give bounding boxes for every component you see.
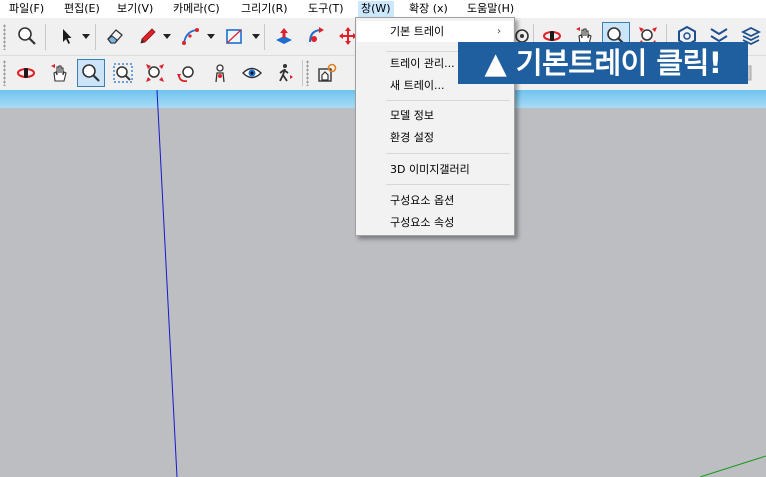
green-axis <box>699 455 766 477</box>
menu-draw[interactable]: 그리기(R) <box>238 1 291 17</box>
follow-me-icon[interactable] <box>302 22 330 50</box>
previous-view-icon[interactable] <box>173 59 201 87</box>
menu-item-label: 새 트레이... <box>390 79 445 92</box>
walk-icon[interactable] <box>270 59 298 87</box>
zoom-window-icon[interactable] <box>109 59 137 87</box>
chevron-right-icon: › <box>497 26 501 37</box>
toolbar-grip[interactable] <box>3 24 6 50</box>
menu-window[interactable]: 창(W) <box>358 1 394 17</box>
menu-item-label: 환경 설정 <box>390 131 434 144</box>
toolbar-separator <box>45 24 46 50</box>
menu-view[interactable]: 보기(V) <box>114 1 156 17</box>
search-icon[interactable] <box>13 22 41 50</box>
menu-file[interactable]: 파일(F) <box>6 1 47 17</box>
arc-icon[interactable] <box>176 22 204 50</box>
menu-item-component-options[interactable]: 구성요소 옵션 <box>357 190 513 211</box>
menu-item-label: 기본 트레이 <box>390 25 445 38</box>
menu-tools[interactable]: 도구(T) <box>305 1 347 17</box>
pencil-line-icon[interactable] <box>133 22 161 50</box>
orbit-icon[interactable] <box>12 59 40 87</box>
menu-item-3d-gallery[interactable]: 3D 이미지갤러리 <box>357 159 513 180</box>
toolbar-grip[interactable] <box>3 60 6 86</box>
pan-icon[interactable] <box>45 59 73 87</box>
zoom-extents-icon[interactable] <box>141 59 169 87</box>
toolbar-separator <box>302 60 303 86</box>
toolbar-grip[interactable] <box>306 60 309 86</box>
chevron-down-icon[interactable] <box>81 22 91 50</box>
menu-separator <box>386 100 510 101</box>
menu-separator <box>386 184 510 185</box>
menu-separator <box>386 153 510 154</box>
select-arrow-icon[interactable] <box>52 22 80 50</box>
rectangle-icon[interactable] <box>220 22 248 50</box>
menu-item-label: 트레이 관리... <box>390 57 455 70</box>
menu-item-label: 구성요소 속성 <box>390 216 455 229</box>
chevron-down-icon[interactable] <box>162 22 172 50</box>
menu-item-component-attributes[interactable]: 구성요소 속성 <box>357 212 513 233</box>
zoom-icon[interactable] <box>77 59 105 87</box>
toolbar-separator <box>264 24 265 50</box>
push-pull-icon[interactable] <box>270 22 298 50</box>
chevron-down-icon[interactable] <box>251 22 261 50</box>
menu-item-label: 구성요소 옵션 <box>390 194 455 207</box>
position-camera-icon[interactable] <box>206 59 234 87</box>
menu-bar: 파일(F) 편집(E) 보기(V) 카메라(C) 그리기(R) 도구(T) 창(… <box>0 0 766 18</box>
chevron-down-icon[interactable] <box>206 22 216 50</box>
menu-camera[interactable]: 카메라(C) <box>170 1 223 17</box>
menu-item-model-info[interactable]: 모델 정보 <box>357 105 513 126</box>
eraser-icon[interactable] <box>101 22 129 50</box>
menu-item-default-tray[interactable]: 기본 트레이 › <box>357 21 513 42</box>
blue-axis <box>156 90 178 477</box>
menu-edit[interactable]: 편집(E) <box>61 1 103 17</box>
menu-extensions[interactable]: 확장 (x) <box>406 1 451 17</box>
instruction-callout: ▲ 기본트레이 클릭! <box>458 42 748 84</box>
menu-item-label: 3D 이미지갤러리 <box>390 163 470 176</box>
toolbar-separator <box>95 24 96 50</box>
look-around-icon[interactable] <box>238 59 266 87</box>
menu-item-preferences[interactable]: 환경 설정 <box>357 127 513 148</box>
menu-item-label: 모델 정보 <box>390 109 434 122</box>
section-icon[interactable] <box>313 59 341 87</box>
menu-help[interactable]: 도움말(H) <box>464 1 517 17</box>
